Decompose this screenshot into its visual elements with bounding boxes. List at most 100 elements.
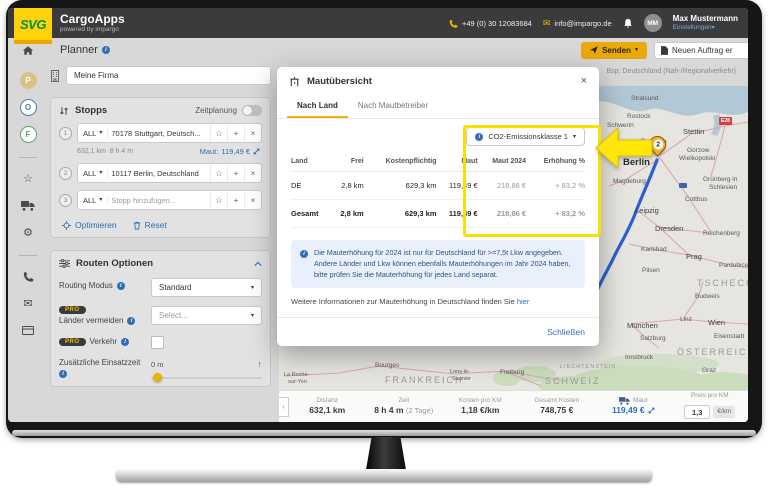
chevron-up-icon[interactable] — [254, 261, 262, 267]
divider — [19, 255, 37, 256]
sidebar-item-planner[interactable]: P — [20, 72, 37, 89]
avatar[interactable]: MM — [644, 14, 662, 32]
close-icon[interactable]: × — [581, 76, 587, 87]
info-icon[interactable]: i — [121, 338, 129, 346]
info-icon: i — [475, 133, 483, 141]
gear-icon[interactable]: ⚙ — [23, 224, 33, 241]
map-label: Wien — [708, 318, 725, 327]
map-label: La Roche- — [284, 372, 309, 378]
bell-icon[interactable] — [623, 18, 633, 29]
more-info-link[interactable]: hier — [517, 297, 530, 306]
crosshair-icon — [62, 221, 71, 230]
chevron-down-icon: ▾ — [251, 285, 254, 291]
new-order-button[interactable]: Neuen Auftrag er — [654, 42, 748, 59]
modal-title: Mautübersicht — [307, 76, 372, 87]
reset-button[interactable]: Reset — [133, 220, 167, 230]
map-label: Magdeburg — [613, 178, 646, 185]
map-label: ÖSTERREICH — [677, 347, 748, 357]
optimize-button[interactable]: Optimieren — [62, 220, 117, 230]
map-label: TSCHECHIEN — [697, 278, 748, 288]
envelope-icon[interactable]: ✉ — [23, 295, 32, 312]
zeitplanung-toggle[interactable] — [242, 105, 262, 116]
sidebar-item-orders[interactable]: O — [20, 99, 37, 116]
info-icon[interactable]: i — [102, 46, 110, 54]
map-label: Budweis — [695, 293, 720, 300]
extra-time-value: 0 m — [151, 360, 164, 369]
emission-class-select[interactable]: i CO2-Emissionsklasse 1 ▾ — [466, 127, 585, 146]
remove-stop-icon[interactable]: × — [244, 191, 261, 209]
app-tagline: powered by impargo — [60, 26, 125, 33]
add-stop-icon[interactable]: + — [227, 124, 244, 142]
leg-maut-link[interactable]: Maut:119,49 € — [200, 147, 260, 156]
stops-sort-icon — [59, 106, 69, 116]
chevron-down-icon: ▾ — [573, 134, 576, 140]
close-button[interactable]: Schließen — [547, 327, 585, 337]
info-icon[interactable]: i — [127, 317, 135, 325]
phone-icon[interactable] — [23, 268, 34, 285]
star-icon[interactable]: ☆ — [23, 170, 33, 187]
reset-label: Reset — [145, 220, 167, 230]
phone-contact[interactable]: +49 (0) 30 12083684 — [449, 19, 532, 28]
stop-address-input[interactable]: Stopp hinzufügen... — [107, 196, 210, 205]
add-stop-icon[interactable]: + — [227, 164, 244, 182]
slider-knob[interactable] — [153, 373, 162, 382]
stop-address-input[interactable]: 70178 Stuttgart, Deutsch... — [107, 129, 210, 138]
arrow-up-icon[interactable]: ↑ — [258, 359, 263, 369]
phone-icon — [449, 19, 458, 28]
map-label: Salzburg — [640, 335, 666, 342]
stat-cost-per-km: Kosten pro KM 1,18 €/km — [442, 397, 519, 416]
send-button[interactable]: Senden ▾ — [581, 42, 647, 59]
app-bar: Planner i Senden ▾ Neuen Auftrag er — [8, 38, 748, 62]
company-select[interactable]: Meine Firma — [66, 66, 271, 85]
collapse-handle[interactable]: ‹ — [279, 397, 289, 417]
map-label: Eisenstadt — [714, 333, 744, 340]
pro-badge: PRO — [59, 338, 86, 346]
user-name: Max Mustermann — [673, 14, 738, 24]
envelope-icon: ✉ — [543, 18, 551, 29]
stop-address-input[interactable]: 10117 Berlin, Deutschland — [107, 169, 210, 178]
stops-title: Stopps — [75, 105, 107, 116]
user-menu[interactable]: Max Mustermann Einstellungen▾ — [673, 14, 738, 31]
map-label: E28 — [719, 117, 732, 125]
vehicle-select[interactable]: ALL▾ — [78, 129, 107, 138]
info-icon[interactable]: i — [59, 370, 67, 378]
map-label: LIECHTENSTEIN — [560, 364, 616, 370]
map-label: Innsbruck — [625, 354, 653, 361]
vehicle-select[interactable]: ALL▾ — [78, 169, 107, 178]
page-title: Planner — [60, 44, 98, 56]
tutorial-arrow — [594, 124, 654, 172]
add-stop-icon[interactable]: + — [227, 191, 244, 209]
remove-stop-icon[interactable]: × — [244, 124, 261, 142]
routing-mode-select[interactable]: Standard▾ — [151, 278, 262, 297]
traffic-checkbox[interactable] — [151, 336, 164, 349]
optimize-label: Optimieren — [75, 220, 117, 230]
remove-stop-icon[interactable]: × — [244, 164, 261, 182]
extra-time-slider[interactable] — [151, 377, 262, 379]
truck-icon[interactable] — [21, 197, 35, 214]
billing-icon[interactable] — [22, 322, 34, 339]
home-icon[interactable] — [22, 45, 34, 56]
settings-link: Einstellungen — [673, 24, 712, 31]
sidebar-item-fleet[interactable]: F — [20, 126, 37, 143]
toll-value-link[interactable]: 119,49 € — [612, 405, 655, 416]
zeitplanung-label: Zeitplanung — [195, 106, 237, 115]
favorite-icon[interactable]: ☆ — [210, 124, 227, 142]
email-contact[interactable]: ✉ info@impargo.de — [543, 18, 612, 29]
map-label: Rostock — [627, 113, 650, 120]
map-label: Pilsen — [642, 267, 660, 274]
avoid-countries-label: Länder vermeiden — [59, 316, 123, 325]
favorite-icon[interactable]: ☆ — [210, 191, 227, 209]
avoid-countries-select[interactable]: Select...▾ — [151, 306, 262, 325]
table-row: DE 2,8 km 629,3 km 119,49 € 218,86 € + 8… — [291, 172, 585, 200]
info-icon[interactable]: i — [117, 282, 125, 290]
chevron-down-icon: ▾ — [99, 130, 102, 136]
vehicle-select[interactable]: ALL▾ — [78, 196, 107, 205]
tab-nach-mautbetreiber[interactable]: Nach Mautbetreiber — [348, 94, 438, 118]
emission-class-value: CO2-Emissionsklasse 1 — [488, 132, 568, 141]
map-label: Grünberg in — [703, 176, 737, 183]
map-label: Karlsbad — [641, 246, 667, 253]
map-label: Lons-le- — [450, 369, 470, 375]
tab-nach-land[interactable]: Nach Land — [287, 94, 348, 118]
price-per-km-input[interactable]: 1,3 — [684, 405, 710, 419]
favorite-icon[interactable]: ☆ — [210, 164, 227, 182]
